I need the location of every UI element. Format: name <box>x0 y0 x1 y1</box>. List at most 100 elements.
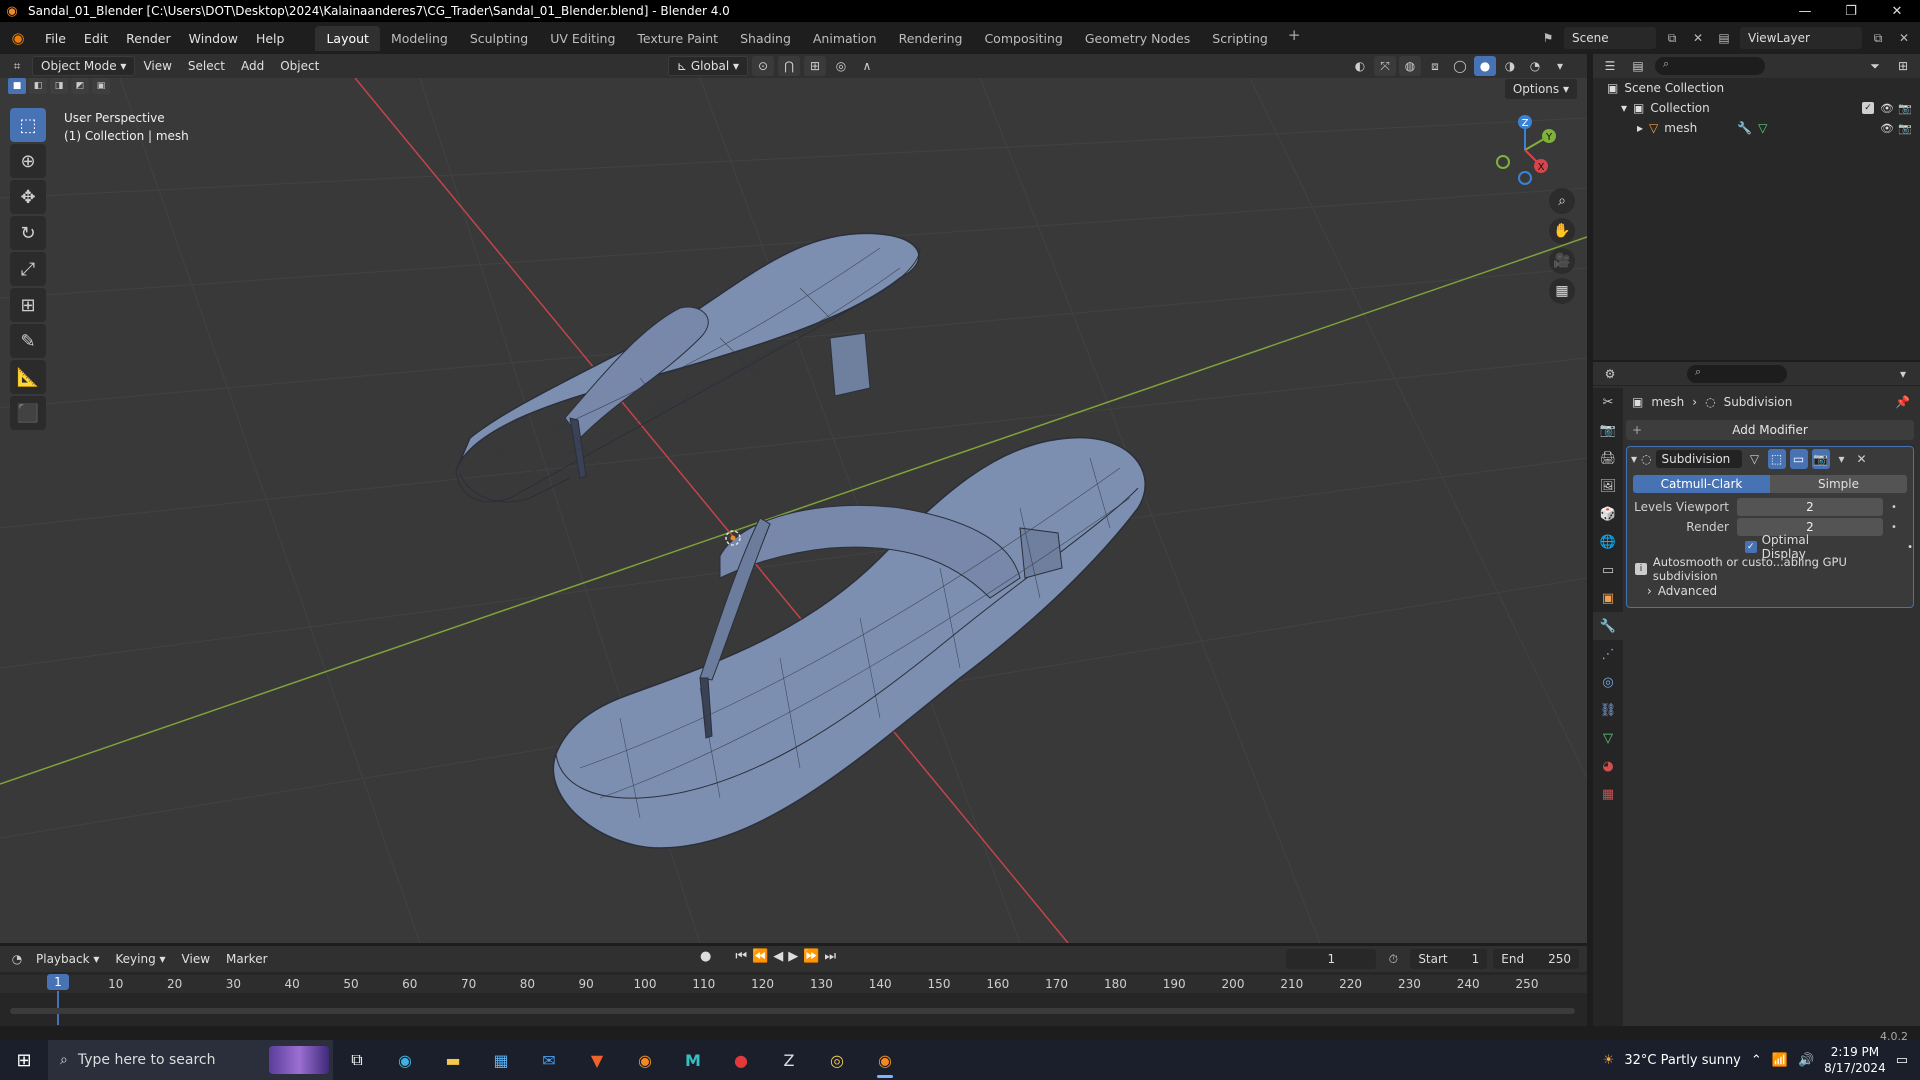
scene-selector-icon[interactable]: ⚑ <box>1538 28 1558 48</box>
options-dropdown[interactable]: Options ▾ <box>1504 79 1577 99</box>
select-intersect-icon[interactable]: ▣ <box>92 78 110 94</box>
tab-texture-paint[interactable]: Texture Paint <box>626 26 729 51</box>
wireframe-shading-icon[interactable]: ◯ <box>1449 56 1471 76</box>
material-shading-icon[interactable]: ◑ <box>1499 56 1521 76</box>
modifier-wrench-icon[interactable]: 🔧 <box>1737 121 1752 135</box>
volume-icon[interactable]: 🔊 <box>1798 1053 1814 1068</box>
menu-playback[interactable]: Playback ▾ <box>28 949 107 969</box>
windows-start-icon[interactable]: ⊞ <box>0 1050 48 1071</box>
material-tab-icon[interactable]: ◕ <box>1593 752 1623 780</box>
add-workspace-icon[interactable]: + <box>1279 26 1310 51</box>
timeline-editor-icon[interactable]: ◔ <box>6 949 28 969</box>
tab-sculpting[interactable]: Sculpting <box>459 26 539 51</box>
menu-select[interactable]: Select <box>180 56 233 76</box>
orientation-selector[interactable]: ⊾ Global ▾ <box>668 56 748 76</box>
properties-editor-icon[interactable]: ⚙ <box>1599 364 1621 384</box>
ortho-grid-icon[interactable]: ▦ <box>1549 278 1575 304</box>
object-render-icon[interactable]: 📷 <box>1898 122 1912 135</box>
taskbar-search-box[interactable]: ⌕ Type here to search <box>48 1040 333 1080</box>
menu-edit[interactable]: Edit <box>75 31 117 46</box>
tab-modeling[interactable]: Modeling <box>380 26 459 51</box>
overlay-toggle-icon[interactable]: ◍ <box>1399 56 1421 76</box>
solid-shading-icon[interactable]: ● <box>1474 56 1496 76</box>
view-layer-field[interactable]: ViewLayer <box>1740 27 1862 49</box>
tab-geometry-nodes[interactable]: Geometry Nodes <box>1074 26 1201 51</box>
red-app-icon[interactable]: ● <box>717 1040 765 1080</box>
mode-selector[interactable]: Object Mode ▾ <box>32 56 136 76</box>
modifier-tab-icon[interactable]: 🔧 <box>1593 612 1623 640</box>
new-collection-icon[interactable]: ⊞ <box>1892 56 1914 76</box>
mail-icon[interactable]: ✉ <box>525 1040 573 1080</box>
menu-render[interactable]: Render <box>117 31 180 46</box>
chrome-icon[interactable]: ◎ <box>813 1040 861 1080</box>
brave-browser-icon[interactable]: ▼ <box>573 1040 621 1080</box>
m-app-icon[interactable]: M <box>669 1040 717 1080</box>
menu-marker[interactable]: Marker <box>218 949 275 969</box>
delete-view-layer-icon[interactable]: ✕ <box>1894 28 1914 48</box>
menu-timeline-view[interactable]: View <box>174 949 218 969</box>
blender-menu-icon[interactable]: ◉ <box>0 29 36 47</box>
collection-visibility-icon[interactable]: 👁 <box>1880 102 1894 115</box>
view-layer-tab-icon[interactable]: 🖼 <box>1593 472 1623 500</box>
outliner-object-mesh[interactable]: ▸ ▽ mesh 🔧 ▽ 👁 📷 <box>1593 118 1920 138</box>
zoom-icon[interactable]: ⌕ <box>1549 188 1575 214</box>
move-tool-icon[interactable]: ✥ <box>10 180 46 214</box>
measure-tool-icon[interactable]: 📐 <box>10 360 46 394</box>
scene-tab-icon[interactable]: 🎲 <box>1593 500 1623 528</box>
new-scene-icon[interactable]: ⧉ <box>1662 28 1682 48</box>
tab-layout[interactable]: Layout <box>315 25 380 51</box>
select-invert-icon[interactable]: ◩ <box>71 78 89 94</box>
viewport-toggle-icon[interactable]: ▭ <box>1789 449 1808 469</box>
tab-animation[interactable]: Animation <box>802 26 888 51</box>
object-tab-icon[interactable]: ▣ <box>1593 584 1623 612</box>
minimize-button[interactable]: — <box>1782 4 1828 19</box>
modifier-name-field[interactable]: Subdivision <box>1655 450 1742 468</box>
optimal-display-checkbox[interactable]: ✓ <box>1745 541 1757 553</box>
proportional-edit-icon[interactable]: ◎ <box>830 56 852 76</box>
modifier-menu-icon[interactable]: ▾ <box>1834 449 1850 469</box>
microsoft-store-icon[interactable]: ▦ <box>477 1040 525 1080</box>
current-frame-field[interactable]: 1 <box>1286 949 1377 969</box>
expand-advanced-icon[interactable]: › <box>1647 584 1652 598</box>
add-modifier-button[interactable]: + Add Modifier <box>1626 420 1914 440</box>
camera-view-icon[interactable]: 🎥 <box>1549 248 1575 274</box>
snap-target-icon[interactable]: ⊞ <box>804 56 826 76</box>
properties-options-icon[interactable]: ▾ <box>1892 364 1914 384</box>
weather-text[interactable]: 32°C Partly sunny <box>1624 1053 1741 1068</box>
xray-toggle-icon[interactable]: ⧈ <box>1424 56 1446 76</box>
rotate-tool-icon[interactable]: ↻ <box>10 216 46 250</box>
sandal-front[interactable] <box>552 436 1146 849</box>
keyframe-dot-icon[interactable]: • <box>1891 502 1897 513</box>
menu-keying[interactable]: Keying ▾ <box>107 949 173 969</box>
optimal-display-row[interactable]: ✓ Optimal Display • <box>1627 533 1913 561</box>
zbrush-icon[interactable]: Z <box>765 1040 813 1080</box>
object-visibility-icon[interactable]: 👁 <box>1880 122 1894 135</box>
blender-active-icon[interactable]: ◉ <box>861 1040 909 1080</box>
jump-end-icon[interactable]: ⏭ <box>824 949 836 964</box>
remove-modifier-icon[interactable]: ✕ <box>1854 449 1870 469</box>
annotate-tool-icon[interactable]: ✎ <box>10 324 46 358</box>
menu-object[interactable]: Object <box>272 56 327 76</box>
task-view-icon[interactable]: ⧉ <box>333 1040 381 1080</box>
sandal-back[interactable] <box>455 232 921 503</box>
navigation-gizmo[interactable]: Z Y X <box>1485 110 1575 190</box>
rendered-shading-icon[interactable]: ◔ <box>1524 56 1546 76</box>
pivot-point-icon[interactable]: ⊙ <box>752 56 774 76</box>
keyframe-dot-icon[interactable]: • <box>1891 522 1897 533</box>
render-toggle-icon[interactable]: 📷 <box>1811 449 1830 469</box>
particles-tab-icon[interactable]: ⋰ <box>1593 640 1623 668</box>
menu-add[interactable]: Add <box>233 56 272 76</box>
network-icon[interactable]: 📶 <box>1772 1053 1788 1068</box>
edge-browser-icon[interactable]: ◉ <box>381 1040 429 1080</box>
timeline[interactable]: 10 20 30 40 50 60 70 80 90 100 110 120 130 140 150 160 1… <box>0 972 1587 1026</box>
notifications-icon[interactable]: ▭ <box>1896 1053 1908 1068</box>
tab-uv-editing[interactable]: UV Editing <box>539 26 626 51</box>
physics-tab-icon[interactable]: ◎ <box>1593 668 1623 696</box>
pin-icon[interactable]: 📌 <box>1895 395 1910 409</box>
collection-exclude-checkbox[interactable]: ✓ <box>1862 102 1874 114</box>
scene-field[interactable]: Scene <box>1564 27 1656 49</box>
select-box-tool-icon[interactable]: ⬚ <box>10 108 46 142</box>
editor-type-icon[interactable]: ⌗ <box>6 56 28 76</box>
menu-file[interactable]: File <box>36 31 75 46</box>
viewport-scene[interactable] <box>0 78 1587 943</box>
